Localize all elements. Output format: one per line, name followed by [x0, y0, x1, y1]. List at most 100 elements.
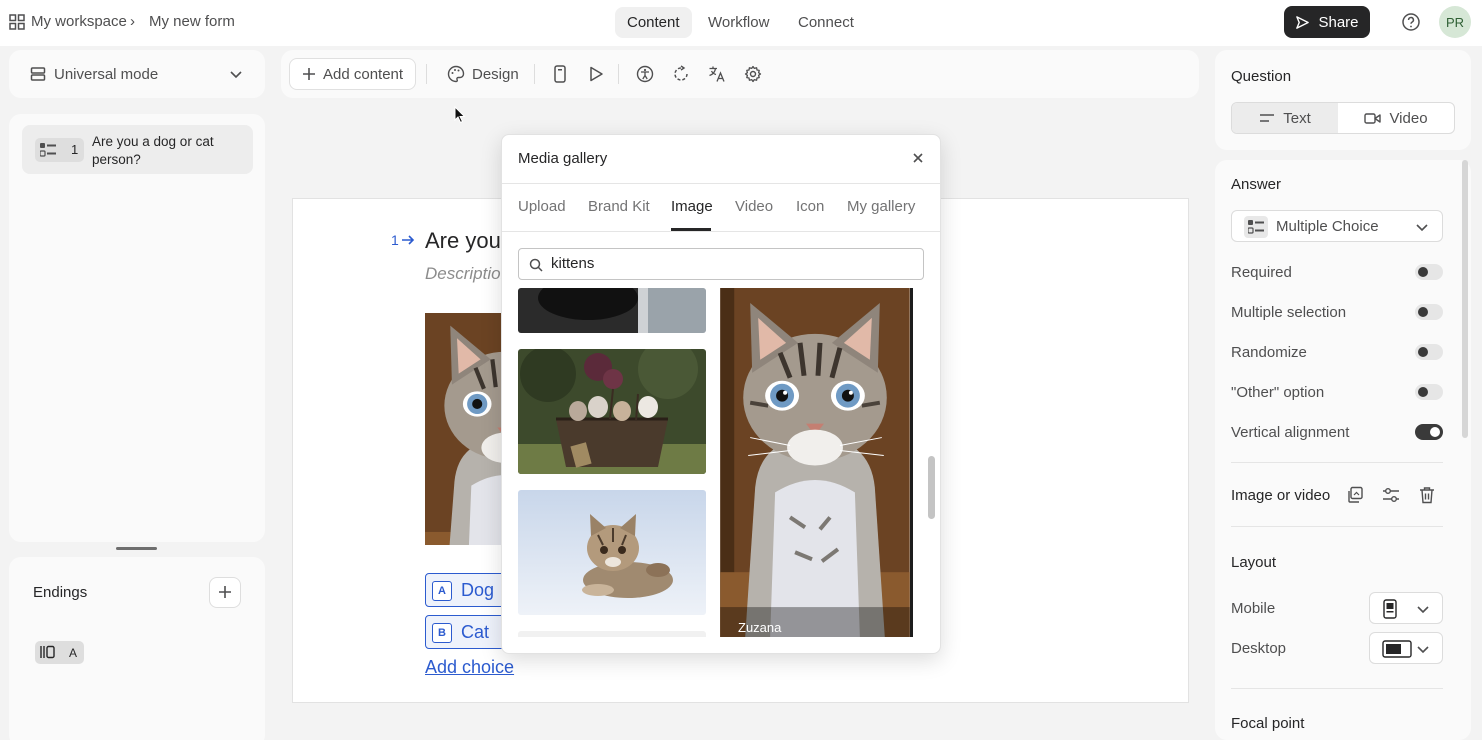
text-type-label: Text: [1283, 109, 1311, 127]
translate-icon[interactable]: [705, 62, 729, 86]
mobile-layout-label: Mobile: [1231, 600, 1276, 617]
arrow-right-icon: [401, 233, 415, 250]
gallery-search-input[interactable]: [551, 255, 911, 272]
text-type-button[interactable]: Text: [1232, 103, 1338, 133]
plus-icon: [219, 586, 231, 598]
mobile-preview-icon[interactable]: [548, 62, 572, 86]
question-list: [9, 114, 265, 542]
question-number-label: 1: [391, 232, 399, 248]
design-button[interactable]: Design: [435, 58, 531, 90]
toolbar: [281, 50, 1199, 98]
tab-connect[interactable]: Connect: [786, 7, 866, 38]
video-type-button[interactable]: Video: [1338, 103, 1454, 133]
section-divider: [1231, 688, 1443, 689]
gallery-tab-icon[interactable]: Icon: [796, 198, 824, 215]
choice-label: Cat: [461, 622, 490, 642]
adjust-sliders-icon[interactable]: [1382, 486, 1400, 507]
help-icon[interactable]: [1401, 12, 1421, 35]
palette-icon: [447, 65, 465, 83]
image-result-hovered[interactable]: Zuzana: [720, 288, 913, 637]
gallery-tab-my-gallery[interactable]: My gallery: [847, 198, 915, 215]
mode-label: Universal mode: [54, 66, 159, 83]
logic-icon[interactable]: [669, 62, 693, 86]
add-ending-button[interactable]: [209, 577, 241, 608]
close-icon[interactable]: [911, 151, 925, 168]
tab-workflow[interactable]: Workflow: [696, 7, 781, 38]
trash-icon[interactable]: [1418, 486, 1436, 507]
avatar[interactable]: PR: [1439, 6, 1471, 38]
image-result[interactable]: [518, 490, 706, 615]
image-results-grid: Zuzana: [502, 288, 924, 637]
layout-section-title: Layout: [1231, 554, 1277, 571]
breadcrumb-workspace[interactable]: My workspace: [31, 13, 127, 30]
chevron-right-icon: ›: [130, 13, 135, 30]
settings-scrollbar[interactable]: [1462, 160, 1468, 438]
apps-grid-icon[interactable]: [9, 14, 25, 33]
image-or-video-label: Image or video: [1231, 487, 1331, 504]
gallery-tab-video[interactable]: Video: [735, 198, 773, 215]
chevron-down-icon: [1417, 606, 1429, 614]
multiple-selection-toggle[interactable]: [1415, 304, 1443, 320]
section-divider: [1231, 526, 1443, 527]
other-option-label: "Other" option: [1231, 384, 1325, 401]
mobile-layout-icon: [1383, 599, 1397, 619]
desktop-layout-label: Desktop: [1231, 640, 1287, 657]
breadcrumb-form-name[interactable]: My new form: [149, 13, 235, 30]
gallery-search-field[interactable]: [518, 248, 924, 280]
resize-handle[interactable]: [116, 547, 157, 550]
image-result[interactable]: [518, 349, 706, 474]
settings-gear-icon[interactable]: [741, 62, 765, 86]
play-icon[interactable]: [584, 62, 608, 86]
required-toggle[interactable]: [1415, 264, 1443, 280]
share-button[interactable]: Share: [1284, 6, 1370, 38]
chevron-down-icon: [1416, 224, 1428, 232]
plus-icon: [303, 68, 315, 80]
answer-section-title: Answer: [1231, 176, 1282, 193]
gallery-tab-upload[interactable]: Upload: [518, 198, 566, 215]
choice-label: Dog: [461, 580, 495, 600]
mobile-layout-select[interactable]: [1369, 592, 1443, 624]
question-section-title: Question: [1231, 68, 1292, 85]
gallery-scrollbar[interactable]: [928, 456, 935, 519]
layers-icon: [30, 66, 46, 85]
add-choice-link[interactable]: Add choice: [425, 657, 514, 678]
replace-media-icon[interactable]: [1346, 486, 1364, 507]
vertical-alignment-toggle[interactable]: [1415, 424, 1443, 440]
gallery-divider: [502, 231, 940, 232]
question-text: Are you a dog or cat person?: [92, 134, 214, 167]
accessibility-icon[interactable]: [633, 62, 657, 86]
gallery-tab-image[interactable]: Image: [671, 198, 713, 215]
video-camera-icon: [1364, 112, 1382, 124]
answer-type-select[interactable]: Multiple Choice: [1231, 210, 1443, 242]
text-lines-icon: [1260, 114, 1275, 122]
mouse-cursor-icon: [454, 105, 466, 127]
chevron-down-icon: [229, 67, 243, 84]
multiple-selection-label: Multiple selection: [1231, 304, 1347, 321]
tab-content[interactable]: Content: [615, 7, 692, 38]
video-type-label: Video: [1389, 109, 1428, 127]
focal-point-title: Focal point: [1231, 715, 1305, 732]
multiple-choice-icon: [39, 143, 56, 160]
vertical-alignment-label: Vertical alignment: [1231, 424, 1350, 441]
toolbar-divider: [534, 64, 535, 84]
image-result[interactable]: [518, 631, 706, 637]
image-result[interactable]: [518, 288, 706, 333]
toolbar-divider: [618, 64, 619, 84]
design-label: Design: [472, 65, 519, 83]
ending-icon: [40, 645, 56, 662]
randomize-label: Randomize: [1231, 344, 1307, 361]
choice-key: B: [432, 623, 452, 643]
add-content-button[interactable]: Add content: [289, 58, 417, 90]
answer-type-label: Multiple Choice: [1276, 218, 1379, 235]
question-number: 1: [71, 142, 79, 157]
ending-badge: A: [69, 646, 78, 660]
other-option-toggle[interactable]: [1415, 384, 1443, 400]
randomize-toggle[interactable]: [1415, 344, 1443, 360]
choice-key: A: [432, 581, 452, 601]
question-settings-panel: [1215, 50, 1471, 150]
desktop-layout-select[interactable]: [1369, 632, 1443, 664]
search-icon: [529, 258, 543, 272]
gallery-tab-brand-kit[interactable]: Brand Kit: [588, 198, 650, 215]
image-author-label: Zuzana: [738, 620, 782, 635]
toolbar-divider: [426, 64, 427, 84]
